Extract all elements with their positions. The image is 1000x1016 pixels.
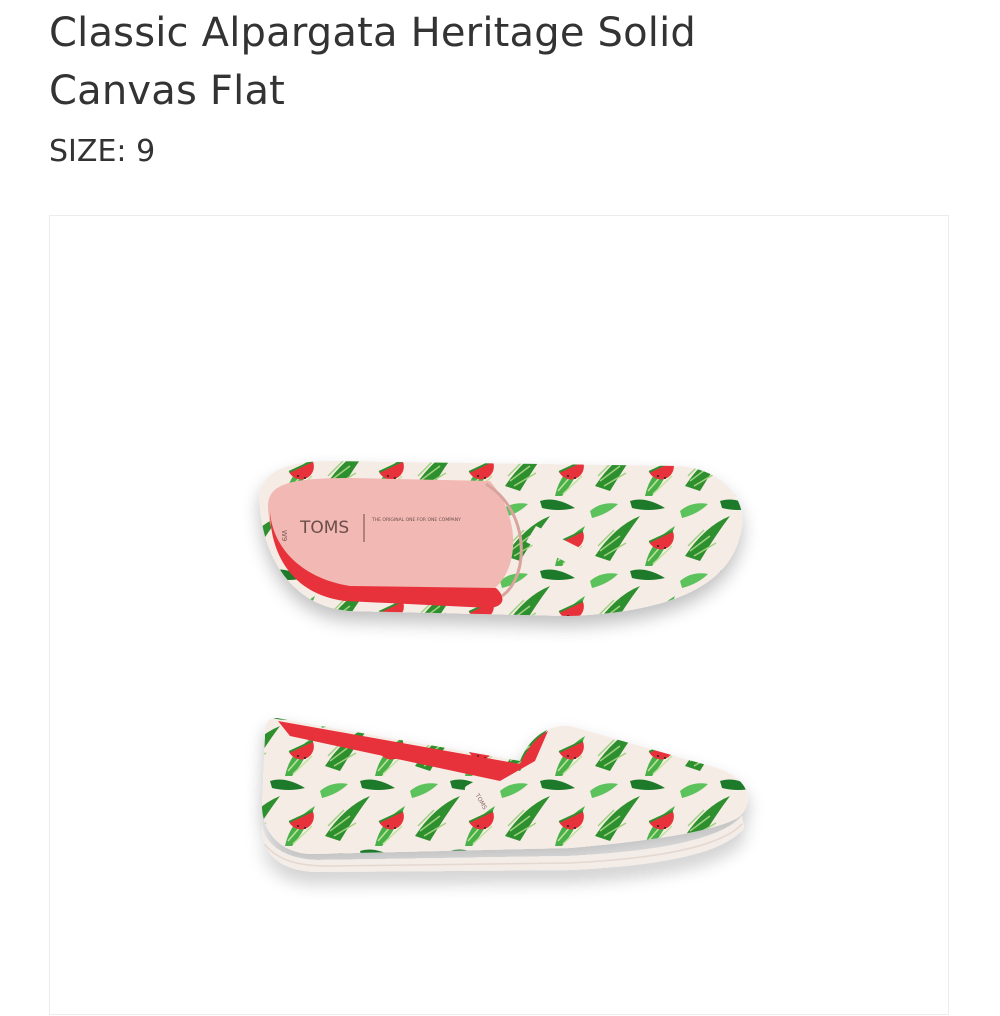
insole-brand: TOMS [299,518,349,538]
product-title: Classic Alpargata Heritage Solid Canvas … [49,10,697,114]
size-label: SIZE: [49,134,127,169]
product-image-frame[interactable]: W9 TOMS THE ORIGINAL ONE FOR ONE COMPANY… [49,215,949,1015]
bottom-shoe: TOMS [262,718,748,872]
size-line: SIZE: 9 [49,132,155,172]
product-photo: W9 TOMS THE ORIGINAL ONE FOR ONE COMPANY… [259,461,748,872]
size-value: 9 [136,134,156,169]
insole-tagline: THE ORIGINAL ONE FOR ONE COMPANY [371,517,461,523]
insole-size: W9 [280,530,288,541]
top-shoe: W9 TOMS THE ORIGINAL ONE FOR ONE COMPANY [259,461,743,616]
